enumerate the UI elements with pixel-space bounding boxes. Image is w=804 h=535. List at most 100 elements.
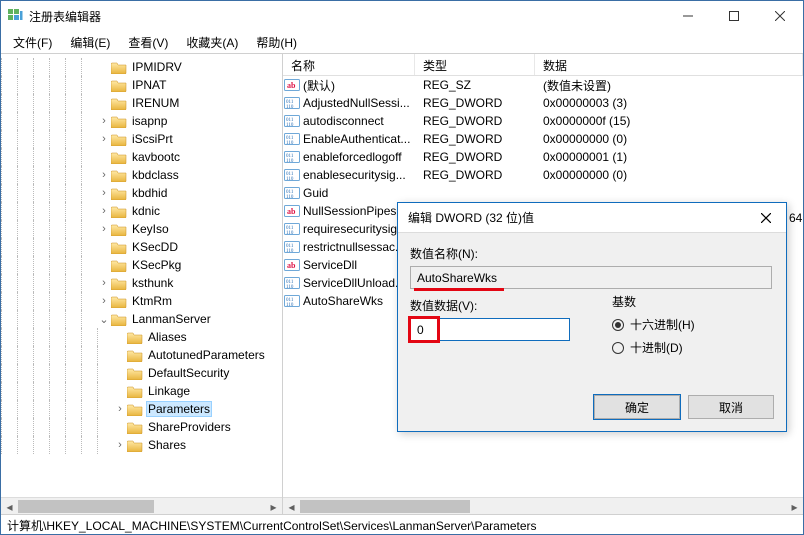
titlebar[interactable]: 注册表编辑器 [1,1,803,31]
value-name: enableforcedlogoff [301,150,415,164]
minimize-button[interactable] [665,1,711,31]
chevron-right-icon[interactable]: › [97,205,111,217]
folder-icon [111,151,127,164]
value-data: 0x00000000 (0) [535,132,803,146]
menu-view[interactable]: 查看(V) [120,32,176,53]
tree-item[interactable]: ›isapnp [1,112,282,130]
chevron-right-icon[interactable]: › [113,403,127,415]
scroll-left-icon[interactable]: ◂ [283,498,300,514]
list-scroll-thumb[interactable] [300,500,470,513]
tree-item[interactable]: Aliases [1,328,282,346]
list-row[interactable]: autodisconnectREG_DWORD0x0000000f (15) [283,112,803,130]
value-data: (数值未设置) [535,77,803,94]
tree-item[interactable]: › iScsiPrt [1,130,282,148]
cancel-button[interactable]: 取消 [688,395,774,419]
tree-item-label: Shares [147,438,187,452]
chevron-right-icon[interactable]: › [97,187,111,199]
value-type: REG_DWORD [415,114,535,128]
tree-item[interactable]: ⌄LanmanServer [1,310,282,328]
tree-item[interactable]: › kbdhid [1,184,282,202]
tree-scrollbar-h[interactable]: ◂ ▸ [1,497,282,514]
radix-groupbox: 基数 [612,293,695,310]
menu-help[interactable]: 帮助(H) [248,32,305,53]
tree-item-label: KSecDD [131,240,179,254]
tree-scroll-thumb[interactable] [18,500,154,513]
tree-item[interactable]: ShareProviders [1,418,282,436]
dialog-titlebar[interactable]: 编辑 DWORD (32 位)值 [398,203,786,233]
tree-panel[interactable]: IPMIDRVIPNATIRENUM›isapnp›iScsiPrtkavboo… [1,54,283,514]
list-row[interactable]: EnableAuthenticat...REG_DWORD0x00000000 … [283,130,803,148]
value-name: enablesecuritysig... [301,168,415,182]
tree-item-label: iScsiPrt [131,132,174,146]
close-button[interactable] [757,1,803,31]
tree-item-label: IRENUM [131,96,180,110]
menu-favorites[interactable]: 收藏夹(A) [178,32,246,53]
tree-item[interactable]: › Shares [1,436,282,454]
scroll-right-icon[interactable]: ▸ [786,498,803,514]
folder-icon [111,79,127,92]
tree-item[interactable]: AutotunedParameters [1,346,282,364]
maximize-button[interactable] [711,1,757,31]
folder-icon [111,97,127,110]
list-row[interactable]: (默认)REG_SZ(数值未设置) [283,76,803,94]
tree-item-label: kbdhid [131,186,168,200]
menu-edit[interactable]: 编辑(E) [62,32,118,53]
tree-item[interactable]: IPMIDRV [1,58,282,76]
tree-item[interactable]: › KeyIso [1,220,282,238]
chevron-right-icon[interactable]: › [97,115,111,127]
chevron-right-icon[interactable]: › [97,223,111,235]
chevron-right-icon[interactable]: › [97,133,111,145]
chevron-right-icon[interactable]: › [97,277,111,289]
ok-button[interactable]: 确定 [594,395,680,419]
value-type: REG_DWORD [415,150,535,164]
tree-item-label: KeyIso [131,222,170,236]
tree-item[interactable]: IRENUM [1,94,282,112]
col-data-header[interactable]: 数据 [535,54,803,75]
list-row[interactable]: enablesecuritysig...REG_DWORD0x00000000 … [283,166,803,184]
dialog-close-button[interactable] [746,203,786,233]
tree-item[interactable]: › kdnic [1,202,282,220]
scroll-left-icon[interactable]: ◂ [1,498,18,514]
tree-item[interactable]: ›ksthunk [1,274,282,292]
tree-item[interactable]: kavbootc [1,148,282,166]
folder-icon [127,403,143,416]
list-header[interactable]: 名称 类型 数据 [283,54,803,76]
value-data: 0x00000001 (1) [535,150,803,164]
chevron-right-icon[interactable]: › [97,169,111,181]
data-input[interactable] [410,318,570,341]
col-type-header[interactable]: 类型 [415,54,535,75]
folder-icon [111,115,127,128]
binary-value-icon [283,149,301,165]
tree-item[interactable]: KSecDD [1,238,282,256]
scroll-right-icon[interactable]: ▸ [265,498,282,514]
list-row[interactable]: AdjustedNullSessi...REG_DWORD0x00000003 … [283,94,803,112]
folder-icon [111,259,127,272]
tree-item[interactable]: KSecPkg [1,256,282,274]
tree-item[interactable]: Linkage [1,382,282,400]
folder-icon [127,349,143,362]
chevron-right-icon[interactable]: › [113,439,127,451]
tree-item[interactable]: ›KtmRm [1,292,282,310]
value-data: 0x00000000 (0) [535,168,803,182]
menu-file[interactable]: 文件(F) [5,32,60,53]
list-scrollbar-h[interactable]: ◂ ▸ [283,497,803,514]
list-row[interactable]: enableforcedlogoffREG_DWORD0x00000001 (1… [283,148,803,166]
folder-icon [111,223,127,236]
chevron-right-icon[interactable]: › [97,295,111,307]
tree-item[interactable]: ›kbdclass [1,166,282,184]
list-row[interactable]: Guid [283,184,803,202]
folder-icon [127,439,143,452]
col-name-header[interactable]: 名称 [283,54,415,75]
truncated-data: 64 [789,211,802,225]
chevron-down-icon[interactable]: ⌄ [97,313,111,326]
tree-item[interactable]: DefaultSecurity [1,364,282,382]
tree-item[interactable]: › Parameters [1,400,282,418]
tree-item-label: kavbootc [131,150,181,164]
radix-dec-radio[interactable]: 十进制(D) [612,339,695,356]
tree-item-label: kdnic [131,204,161,218]
radix-hex-radio[interactable]: 十六进制(H) [612,316,695,333]
tree-item-label: Parameters [147,402,211,416]
folder-icon [111,169,127,182]
radio-selected-icon [612,319,624,331]
tree-item[interactable]: IPNAT [1,76,282,94]
